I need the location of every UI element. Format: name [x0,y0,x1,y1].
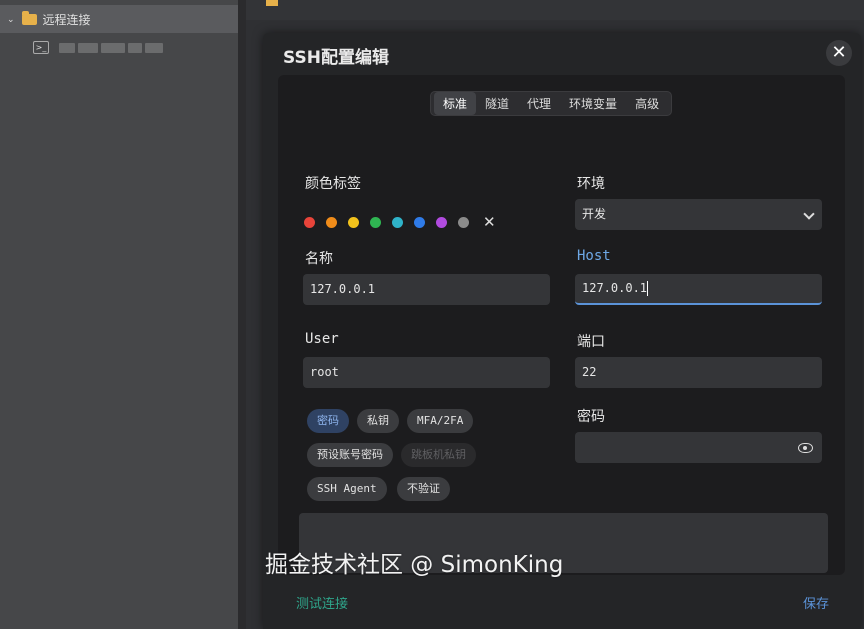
user-input[interactable]: root [303,357,550,388]
terminal-icon: >_ [33,41,49,54]
folder-icon [21,11,37,25]
password-input[interactable] [575,432,822,463]
color-dot-3[interactable] [370,217,381,228]
host-input[interactable]: 127.0.0.1 [575,274,822,305]
dialog-title: SSH配置编辑 [283,48,389,68]
chevron-down-icon [803,208,815,220]
tree-item-host[interactable]: >_ [33,41,166,54]
folder-icon [266,0,278,6]
color-dot-7[interactable] [458,217,469,228]
password-label: 密码 [577,409,605,425]
close-icon[interactable]: ✕ [826,40,852,66]
eye-icon[interactable] [798,443,813,453]
blurred-text [145,42,163,53]
auth-option-password[interactable]: 密码 [307,409,349,433]
auth-option-private-key[interactable]: 私钥 [357,409,399,433]
env-value: 开发 [582,207,607,221]
tree-item-label: 远程连接 [42,13,91,27]
auth-option-none[interactable]: 不验证 [397,477,450,501]
host-label: Host [577,248,611,264]
blurred-text [78,42,98,53]
user-label: User [305,331,339,347]
chevron-down-icon[interactable]: ⌄ [7,15,15,25]
auth-option-ssh-agent[interactable]: SSH Agent [307,477,387,501]
auth-option-mfa[interactable]: MFA/2FA [407,409,474,433]
tree-item-remote-connections[interactable]: ⌄ 远程连接 [7,11,91,28]
color-dot-5[interactable] [414,217,425,228]
tab-proxy[interactable]: 代理 [518,92,560,115]
form-panel: 标准 隧道 代理 环境变量 高级 颜色标签 ✕ 环境 开发 名称 127.0.0… [278,75,845,575]
color-dot-0[interactable] [304,217,315,228]
port-label: 端口 [577,334,605,350]
name-label: 名称 [305,251,333,267]
port-input[interactable]: 22 [575,357,822,388]
color-dot-6[interactable] [436,217,447,228]
connection-tree: ⌄ 远程连接 >_ [0,0,238,629]
text-caret [647,281,649,296]
auth-option-jump-key: 跳板机私钥 [401,443,476,467]
auth-option-preset-account[interactable]: 预设账号密码 [307,443,393,467]
host-value: 127.0.0.1 [582,281,648,295]
save-button[interactable]: 保存 [803,593,829,612]
color-label-heading: 颜色标签 [305,176,361,192]
watermark: 掘金技术社区 @ SimonKing [265,552,564,578]
color-dot-4[interactable] [392,217,403,228]
blurred-text [59,42,75,53]
clear-color-icon[interactable]: ✕ [483,215,496,230]
tab-tunnel[interactable]: 隧道 [476,92,518,115]
background-list [246,0,864,20]
tab-advanced[interactable]: 高级 [626,92,668,115]
test-connection-button[interactable]: 测试连接 [296,593,348,612]
name-input[interactable]: 127.0.0.1 [303,274,550,305]
blurred-text [128,42,142,53]
tab-standard[interactable]: 标准 [434,92,477,115]
tab-bar: 标准 隧道 代理 环境变量 高级 [430,91,673,116]
color-dot-2[interactable] [348,217,359,228]
blurred-text [101,42,125,53]
color-picker: ✕ [304,215,496,230]
env-select[interactable]: 开发 [575,199,822,230]
color-dot-1[interactable] [326,217,337,228]
env-label: 环境 [577,176,605,192]
tab-env-vars[interactable]: 环境变量 [560,92,626,115]
